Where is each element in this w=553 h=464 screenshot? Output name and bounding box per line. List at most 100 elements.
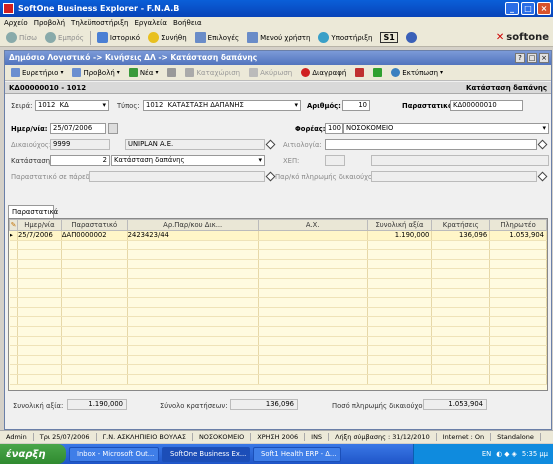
flag2-button[interactable] <box>370 66 385 79</box>
empty-row[interactable] <box>9 336 547 347</box>
reason-field[interactable] <box>325 139 537 150</box>
status-bar: Admin Τρι 25/07/2006 Γ.Ν. ΑΣΚΛΗΠΙΕΙΟ ΒΟΥ… <box>0 430 553 443</box>
doc-restore-button[interactable]: □ <box>527 53 537 63</box>
empty-row[interactable] <box>9 249 547 260</box>
doc-label: Παραστατικό: <box>402 102 456 110</box>
column-header-ax[interactable]: Α.Χ. <box>257 219 368 231</box>
xep-code[interactable] <box>325 155 345 166</box>
lookup-icon[interactable] <box>265 171 276 182</box>
clock: 5:35 μμ <box>521 450 548 458</box>
lookup-icon[interactable] <box>265 139 276 150</box>
empty-row[interactable] <box>9 307 547 318</box>
delete-button[interactable]: Διαγραφή <box>298 66 349 79</box>
history-button[interactable]: Ιστορικό <box>95 30 142 45</box>
support-button[interactable]: Υποστήριξη <box>316 30 374 45</box>
language-indicator[interactable]: EN <box>482 450 491 458</box>
find-button[interactable]: Ευρετήριο ▾ <box>8 66 66 79</box>
empty-row[interactable] <box>9 278 547 289</box>
empty-row[interactable] <box>9 268 547 279</box>
empty-row[interactable] <box>9 297 547 308</box>
reason-label: Αιτιολογία: <box>283 141 322 149</box>
column-header-retentions[interactable]: Κρατήσεις <box>431 219 491 231</box>
options-button[interactable]: Επιλογές <box>193 30 241 45</box>
start-button[interactable]: έναρξη <box>0 444 66 464</box>
date-field[interactable]: 25/07/2006 <box>50 123 106 134</box>
transfer-field[interactable] <box>89 171 265 182</box>
flag-icon <box>355 68 365 77</box>
table-row[interactable]: ▸ 25/7/2006 ΔΑΠ0000002 2423423/44 1.190,… <box>9 230 547 241</box>
minimize-button[interactable]: _ <box>505 2 519 15</box>
s1-button[interactable]: S1 <box>378 30 399 45</box>
copy-button[interactable] <box>164 66 179 79</box>
documents-grid: ✎ Ημερ/νία Παραστατικό Αρ.Παρ/κου Δικ...… <box>8 218 548 391</box>
menu-tools[interactable]: Εργαλεία <box>134 19 167 27</box>
tray-icons: ◐ ◆ ◈ <box>496 450 517 458</box>
state-code[interactable]: 2 <box>50 155 110 166</box>
flag-button[interactable] <box>352 66 367 79</box>
empty-row[interactable] <box>9 288 547 299</box>
tab-documents[interactable]: Παραστατικά <box>8 205 58 218</box>
column-header-total[interactable]: Συνολική αξία <box>366 219 433 231</box>
empty-row[interactable] <box>9 259 547 270</box>
lookup-icon[interactable] <box>537 139 548 150</box>
menu-support[interactable]: Τηλεϋποστήριξη <box>71 19 128 27</box>
options-icon <box>194 32 206 43</box>
document-window: Δημόσιο Λογιστικό -> Κινήσεις ΔΛ -> Κατά… <box>4 50 552 430</box>
state-select[interactable]: Κατάσταση δαπάνης <box>111 155 265 166</box>
column-header-date[interactable]: Ημερ/νία <box>16 219 62 231</box>
back-button[interactable]: Πίσω <box>4 30 39 45</box>
undo-icon <box>249 68 259 77</box>
back-arrow-icon <box>6 32 17 43</box>
beneficiary-label: Δικαιούχος: <box>11 141 52 149</box>
taskbar: έναρξη Inbox - Microsoft Out... SoftOne … <box>0 444 553 464</box>
save-button[interactable]: Καταχώριση <box>182 66 243 79</box>
softone-logo: ✕ softone <box>495 32 549 43</box>
column-header-document[interactable]: Παραστατικό <box>60 219 128 231</box>
empty-row[interactable] <box>9 326 547 337</box>
new-button[interactable]: Νέα ▾ <box>126 66 162 79</box>
help-button[interactable] <box>404 30 419 45</box>
favorites-button[interactable]: Συνήθη <box>146 30 189 45</box>
menu-help[interactable]: Βοήθεια <box>173 19 202 27</box>
empty-row[interactable] <box>9 374 547 385</box>
carrier-code[interactable]: 100 <box>325 123 343 134</box>
number-field[interactable]: 10 <box>342 100 370 111</box>
task-softone[interactable]: SoftOne Business Ex... <box>162 446 250 462</box>
calendar-icon[interactable] <box>108 123 118 134</box>
forward-button[interactable]: Εμπρός <box>43 30 86 45</box>
doc-field[interactable]: ΚΔ00000010 <box>450 100 523 111</box>
empty-row[interactable] <box>9 364 547 375</box>
carrier-select[interactable]: ΝΟΣΟΚΟΜΕΙΟ <box>343 123 549 134</box>
cancel-button[interactable]: Ακύρωση <box>246 66 295 79</box>
empty-row[interactable] <box>9 240 547 251</box>
menu-view[interactable]: Προβολή <box>34 19 65 27</box>
view-button[interactable]: Προβολή ▾ <box>69 66 122 79</box>
column-header-payable[interactable]: Πληρωτέο <box>489 219 547 231</box>
beneficiary-name[interactable]: UNIPLAN A.E. <box>125 139 265 150</box>
menu-icon <box>247 32 259 43</box>
empty-row[interactable] <box>9 316 547 327</box>
task-outlook[interactable]: Inbox - Microsoft Out... <box>69 446 159 462</box>
doc-close-button[interactable]: × <box>539 53 549 63</box>
beneficiary-code[interactable]: 9999 <box>50 139 110 150</box>
user-menu-button[interactable]: Μενού χρήστη <box>245 30 312 45</box>
maximize-button[interactable]: □ <box>521 2 535 15</box>
task-health-erp[interactable]: Soft1 Health ERP - Δ... <box>253 446 341 462</box>
type-select[interactable]: 1012 ΚΑΤΑΣΤΑΣΗ ΔΑΠΑΝΗΣ <box>143 100 301 111</box>
column-header-reference[interactable]: Αρ.Παρ/κου Δικ... <box>126 219 259 231</box>
xep-field[interactable] <box>371 155 549 166</box>
date-label: Ημερ/νία: <box>11 125 48 133</box>
flag-green-icon <box>373 68 383 77</box>
empty-row[interactable] <box>9 345 547 356</box>
payorder-label: Παρ/κό πληρωμής δικαιούχου: <box>275 173 379 181</box>
doc-help-button[interactable]: ? <box>515 53 525 63</box>
lookup-icon[interactable] <box>537 171 548 182</box>
series-select[interactable]: 1012 ΚΔ <box>35 100 109 111</box>
menu-file[interactable]: Αρχείο <box>4 19 28 27</box>
empty-row[interactable] <box>9 355 547 366</box>
print-button[interactable]: Εκτύπωση ▾ <box>388 66 446 79</box>
navigation-bar: Πίσω Εμπρός Ιστορικό Συνήθη Επιλογές Μεν… <box>0 29 553 47</box>
close-button[interactable]: × <box>537 2 551 15</box>
delete-icon <box>301 68 311 77</box>
payorder-field[interactable] <box>371 171 537 182</box>
